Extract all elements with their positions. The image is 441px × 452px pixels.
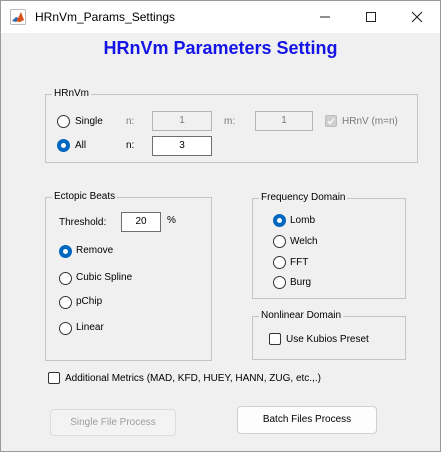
matlab-app-icon xyxy=(10,9,26,25)
cubic-spline-radio[interactable] xyxy=(59,272,72,285)
ectopic-panel-title: Ectopic Beats xyxy=(52,191,118,203)
close-button[interactable] xyxy=(394,1,440,33)
dialog-window: HRnVm_Params_Settings HRnVm Parameters S… xyxy=(0,0,441,452)
kubios-label: Use Kubios Preset xyxy=(286,334,369,345)
minimize-button[interactable] xyxy=(302,1,348,33)
frequency-panel-title: Frequency Domain xyxy=(259,192,348,204)
n-field-single[interactable]: 1 xyxy=(152,111,212,131)
threshold-label: Threshold: xyxy=(59,217,107,228)
cubic-spline-label: Cubic Spline xyxy=(76,272,133,283)
minimize-icon xyxy=(320,16,330,18)
n-label-single: n: xyxy=(126,116,135,127)
checkmark-icon xyxy=(327,118,335,125)
nonlinear-panel-title: Nonlinear Domain xyxy=(259,310,344,322)
burg-label: Burg xyxy=(290,277,312,288)
single-file-process-button[interactable]: Single File Process xyxy=(50,409,176,436)
nonlinear-domain-panel: Nonlinear Domain Use Kubios Preset xyxy=(252,310,406,360)
additional-metrics-label: Additional Metrics (MAD, KFD, HUEY, HANN… xyxy=(65,373,321,384)
ectopic-beats-panel: Ectopic Beats Threshold: 20 % Remove Cub… xyxy=(45,191,212,361)
n-label-all: n: xyxy=(126,140,135,151)
additional-metrics-checkbox[interactable] xyxy=(48,372,60,384)
remove-label: Remove xyxy=(76,245,114,256)
single-label: Single xyxy=(75,116,103,127)
batch-files-process-button[interactable]: Batch Files Process xyxy=(237,406,377,434)
single-radio[interactable] xyxy=(57,115,70,128)
window-title: HRnVm_Params_Settings xyxy=(35,10,176,24)
linear-label: Linear xyxy=(76,322,104,333)
remove-radio[interactable] xyxy=(59,245,72,258)
pchip-label: pChip xyxy=(76,296,103,307)
maximize-button[interactable] xyxy=(348,1,394,33)
welch-radio[interactable] xyxy=(273,235,286,248)
welch-label: Welch xyxy=(290,236,318,247)
all-radio[interactable] xyxy=(57,139,70,152)
title-bar[interactable]: HRnVm_Params_Settings xyxy=(1,1,440,33)
hrnvm-panel-title: HRnVm xyxy=(52,88,92,100)
n-field-all[interactable]: 3 xyxy=(152,136,212,156)
lomb-radio[interactable] xyxy=(273,214,286,227)
hrnv-label: HRnV (m=n) xyxy=(342,116,398,127)
lomb-label: Lomb xyxy=(290,215,316,226)
hrnvm-panel: HRnVm Single n: 1 m: 1 HRnV (m=n) All n:… xyxy=(45,88,418,163)
percent-label: % xyxy=(167,215,176,226)
m-field[interactable]: 1 xyxy=(255,111,313,131)
hrnv-checkbox[interactable] xyxy=(325,115,337,127)
close-icon xyxy=(411,11,423,23)
fft-radio[interactable] xyxy=(273,256,286,269)
page-title: HRnVm Parameters Setting xyxy=(103,38,338,58)
all-label: All xyxy=(75,140,87,151)
fft-label: FFT xyxy=(290,257,309,268)
maximize-icon xyxy=(366,12,376,22)
pchip-radio[interactable] xyxy=(59,296,72,309)
threshold-input[interactable]: 20 xyxy=(121,212,161,232)
m-label: m: xyxy=(224,116,236,127)
burg-radio[interactable] xyxy=(273,276,286,289)
kubios-checkbox[interactable] xyxy=(269,333,281,345)
linear-radio[interactable] xyxy=(59,322,72,335)
frequency-domain-panel: Frequency Domain Lomb Welch FFT Burg xyxy=(252,192,406,299)
